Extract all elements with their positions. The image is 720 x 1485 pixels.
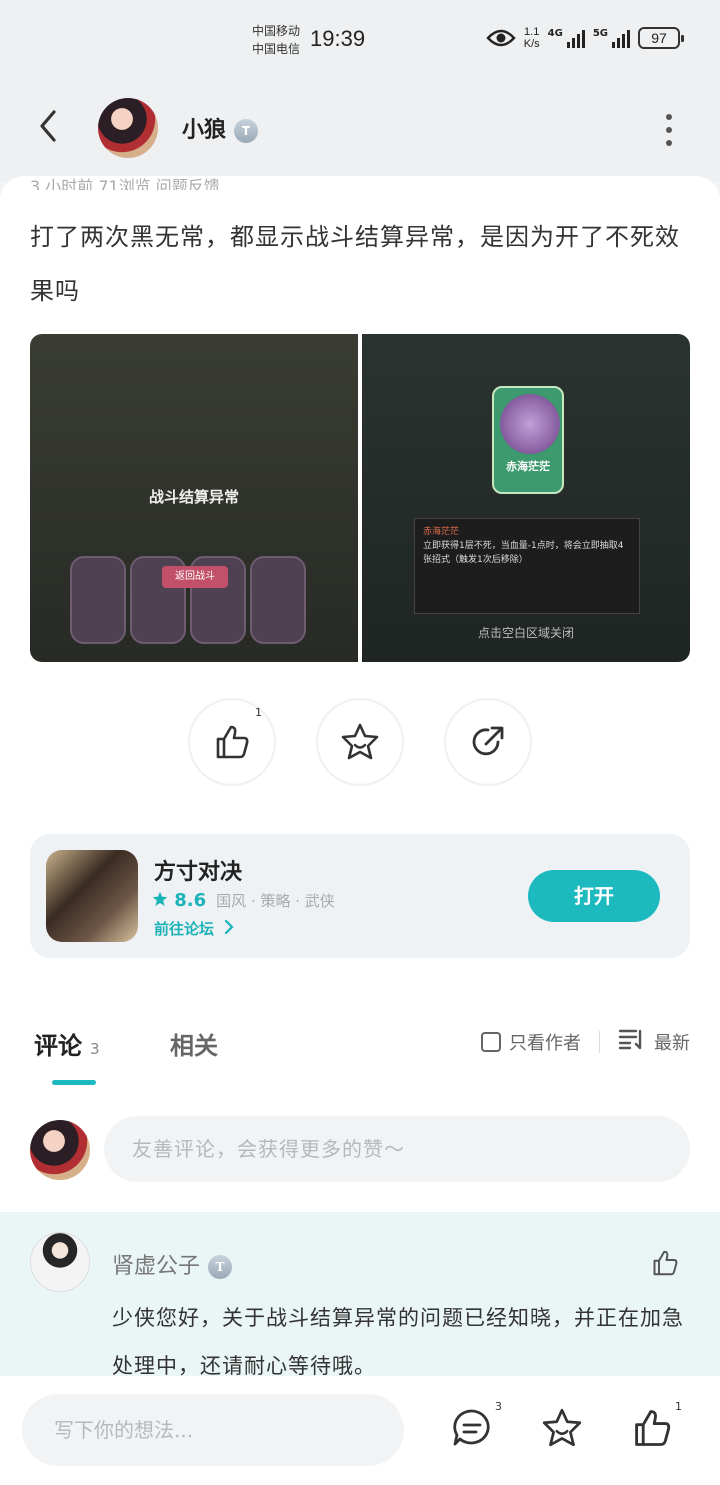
post-body: 打了两次黑无常，都显示战斗结算异常，是因为开了不死效果吗 (30, 223, 680, 305)
app-icon (46, 850, 138, 942)
star-icon (542, 1408, 582, 1447)
comment-count: 3 (90, 1040, 100, 1058)
share-icon (472, 726, 504, 756)
like-button[interactable]: 1 (188, 698, 276, 786)
comment-count-badge: 3 (495, 1400, 502, 1413)
sort-icon[interactable] (618, 1028, 644, 1055)
post-meta: 3 小时前 71浏览 问题反馈 (30, 177, 220, 190)
post-image-1[interactable]: 战斗结算异常 返回战斗 (30, 334, 358, 662)
post-image-2[interactable]: 赤海茫茫 赤海茫茫 立即获得1层不死，当血量-1点时，将会立即抽取4张招式（触发… (362, 334, 690, 662)
thumbs-up-icon (635, 1410, 671, 1446)
thumbs-up-icon (653, 1250, 678, 1276)
tab-related[interactable]: 相关 (170, 1026, 218, 1061)
carrier-1: 中国移动 (252, 24, 301, 38)
status-icons: 1.1 K/s 4G 5G 97 (486, 26, 684, 50)
only-author-label[interactable]: 只看作者 (509, 1029, 581, 1055)
commenter-name[interactable]: 肾虚公子 T (112, 1248, 233, 1280)
commenter-avatar[interactable] (30, 1232, 90, 1292)
back-button[interactable] (36, 108, 60, 153)
post-actions: 1 (188, 698, 532, 786)
star-filled-icon (152, 891, 168, 906)
clock: 19:39 (310, 26, 366, 51)
app-card[interactable]: 方寸对决 8.6 国风 · 策略 · 武侠 前往论坛 打开 (30, 834, 690, 958)
author-avatar[interactable] (98, 98, 158, 158)
sort-label[interactable]: 最新 (654, 1029, 690, 1055)
share-button[interactable] (444, 698, 532, 786)
carrier-info: 中国移动 中国电信 (252, 22, 300, 58)
tab-indicator (52, 1080, 96, 1085)
image-result-title: 战斗结算异常 (148, 488, 239, 506)
thumbs-up-icon (216, 725, 249, 759)
comments-section: 评论 3 相关 只看作者 最新 友善评论，会获得更多的赞～ (0, 996, 720, 1216)
skill-tooltip: 赤海茫茫 立即获得1层不死，当血量-1点时，将会立即抽取4张招式（触发1次后移除… (414, 518, 640, 614)
like-count-badge: 1 (675, 1400, 682, 1413)
chevron-left-icon (40, 110, 56, 142)
favorite-button-bottom[interactable] (540, 1406, 584, 1450)
app-name: 方寸对决 (154, 859, 243, 885)
comment-bubble-icon (453, 1409, 490, 1446)
level-badge-icon: T (208, 1255, 233, 1279)
signal-5g-icon: 5G (593, 28, 630, 48)
level-badge-icon: T (234, 119, 259, 143)
battery-icon: 97 (638, 27, 684, 49)
post-card: 3 小时前 71浏览 问题反馈 打了两次黑无常，都显示战斗结算异常，是因为开了不… (0, 176, 720, 996)
chevron-right-icon (225, 919, 234, 935)
author-name[interactable]: 小狼 T (182, 112, 259, 144)
reply-input[interactable]: 写下你的想法... (22, 1394, 404, 1466)
net-speed: 1.1 K/s (523, 26, 540, 50)
tab-comments[interactable]: 评论 3 (34, 1026, 100, 1061)
app-tags: 国风 · 策略 · 武侠 (216, 892, 335, 910)
app-rating: 8.6 国风 · 策略 · 武侠 (152, 890, 335, 911)
image-return-button: 返回战斗 (162, 566, 228, 588)
only-author-checkbox[interactable] (481, 1031, 501, 1052)
close-tip: 点击空白区域关闭 (477, 626, 574, 640)
comments-button[interactable]: 3 (450, 1400, 502, 1450)
favorite-button[interactable] (316, 698, 404, 786)
status-bar: 中国移动 中国电信 19:39 1.1 K/s 4G 5G 97 (0, 0, 720, 82)
filter-divider (599, 1030, 600, 1053)
bottom-bar: 写下你的想法... 3 1 (0, 1376, 720, 1485)
like-count: 1 (255, 706, 262, 719)
open-app-button[interactable]: 打开 (528, 870, 660, 922)
star-icon (341, 723, 379, 760)
carrier-2: 中国电信 (252, 42, 301, 56)
more-options-button[interactable] (666, 114, 672, 153)
comment-item: 肾虚公子 T 少侠您好，关于战斗结算异常的问题已经知晓，并正在加急处理中，还请耐心… (0, 1212, 720, 1382)
comment-filters: 只看作者 最新 (481, 1028, 690, 1055)
signal-4g-icon: 4G (548, 28, 585, 48)
comment-input[interactable]: 友善评论，会获得更多的赞～ (104, 1116, 690, 1182)
post-header: 小狼 T (0, 82, 720, 182)
my-avatar (30, 1120, 90, 1180)
skill-card-image: 赤海茫茫 (492, 386, 564, 494)
eye-icon (486, 29, 516, 47)
comment-like-button[interactable] (650, 1248, 680, 1282)
forum-link[interactable]: 前往论坛 (154, 918, 235, 939)
like-button-bottom[interactable]: 1 (630, 1400, 682, 1450)
